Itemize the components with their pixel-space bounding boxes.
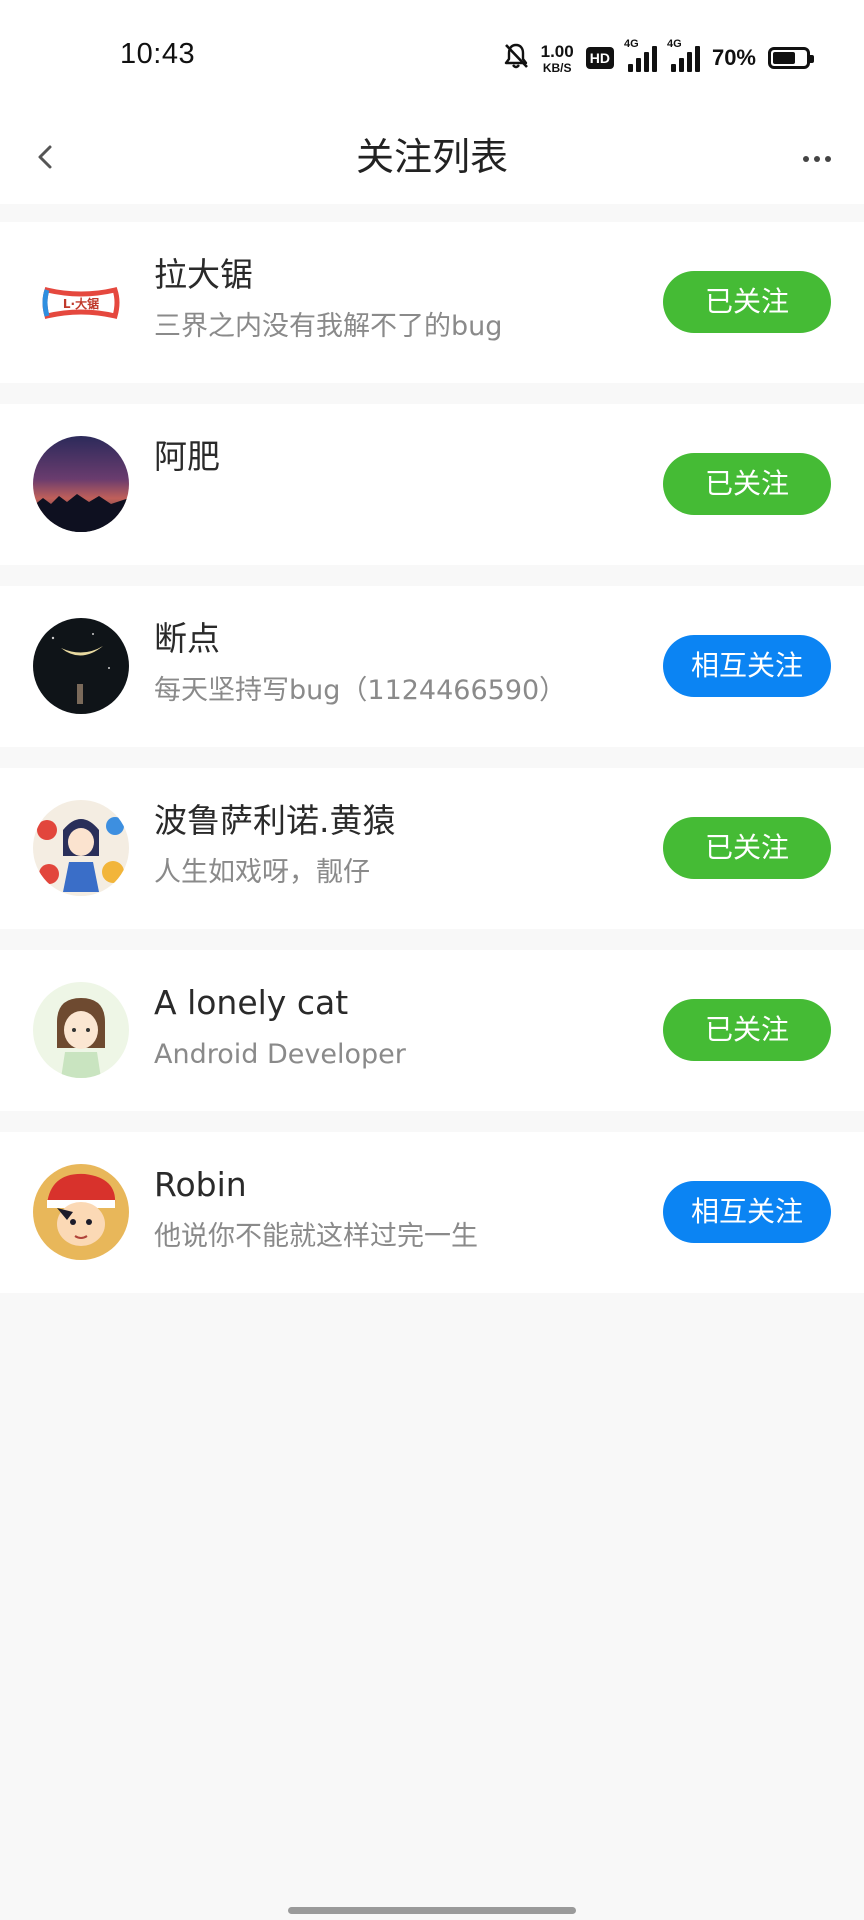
battery-percent: 70% <box>711 45 756 70</box>
more-button[interactable] <box>790 134 844 184</box>
network-speed: 1.00 KB/S <box>541 43 574 74</box>
list-item[interactable]: L·大锯 拉大锯 三界之内没有我解不了的bug 已关注 <box>0 222 864 383</box>
list-item[interactable]: 波鲁萨利诺.黄猿 人生如戏呀，靓仔 已关注 <box>0 768 864 929</box>
user-signature: 每天坚持写bug（1124466590） <box>154 675 567 706</box>
nav-header: 关注列表 <box>0 112 864 204</box>
more-dot <box>803 156 809 162</box>
list-item[interactable]: 断点 每天坚持写bug（1124466590） 相互关注 <box>0 586 864 747</box>
network-speed-unit: KB/S <box>542 60 572 75</box>
network-speed-value: 1.00 <box>540 41 574 61</box>
more-dot <box>825 156 831 162</box>
user-name: 断点 <box>154 619 220 658</box>
mutual-follow-button[interactable]: 相互关注 <box>663 1181 831 1243</box>
battery-icon <box>768 47 814 69</box>
status-time: 10:43 <box>120 38 196 70</box>
avatar-logo-text: L·大锯 <box>63 296 99 311</box>
home-indicator[interactable] <box>288 1907 576 1914</box>
page-title: 关注列表 <box>355 135 508 179</box>
avatar[interactable] <box>33 982 129 1078</box>
avatar[interactable] <box>33 618 129 714</box>
list-item[interactable]: A lonely cat Android Developer 已关注 <box>0 950 864 1111</box>
user-name: 阿肥 <box>154 437 220 476</box>
avatar[interactable] <box>33 1164 129 1260</box>
avatar[interactable] <box>33 800 129 896</box>
status-bar: 10:43 1.00 KB/S HD 4G 4G 70% <box>0 0 864 112</box>
follow-list-screen: 10:43 1.00 KB/S HD 4G 4G 70% 关注列表 L·大锯 拉… <box>0 0 864 1920</box>
user-name: Robin <box>154 1165 247 1204</box>
user-signature: 三界之内没有我解不了的bug <box>154 311 503 342</box>
avatar[interactable]: L·大锯 <box>33 254 129 350</box>
followed-button[interactable]: 已关注 <box>663 817 831 879</box>
user-name: 波鲁萨利诺.黄猿 <box>154 801 396 840</box>
user-name: 拉大锯 <box>154 255 253 294</box>
user-signature: 他说你不能就这样过完一生 <box>154 1221 478 1252</box>
list-item[interactable]: Robin 他说你不能就这样过完一生 相互关注 <box>0 1132 864 1293</box>
signal-icon-1: 4G <box>624 38 657 72</box>
followed-button[interactable]: 已关注 <box>663 453 831 515</box>
user-signature: 人生如戏呀，靓仔 <box>154 857 370 888</box>
followed-button[interactable]: 已关注 <box>663 271 831 333</box>
signal-label-1: 4G <box>623 38 639 50</box>
signal-label-2: 4G <box>666 38 682 50</box>
battery-fill <box>773 52 796 64</box>
list-item[interactable]: 阿肥 已关注 <box>0 404 864 565</box>
user-signature: Android Developer <box>154 1039 406 1070</box>
bell-muted-icon <box>503 42 529 74</box>
signal-icon-2: 4G <box>667 38 700 72</box>
avatar[interactable] <box>33 436 129 532</box>
status-icons: 1.00 KB/S HD 4G 4G 70% <box>503 38 814 78</box>
follow-list: L·大锯 拉大锯 三界之内没有我解不了的bug 已关注 阿肥 已关注 断点 每天… <box>0 222 864 1314</box>
hd-icon: HD <box>585 47 614 69</box>
followed-button[interactable]: 已关注 <box>663 999 831 1061</box>
more-dot <box>814 156 820 162</box>
mutual-follow-button[interactable]: 相互关注 <box>663 635 831 697</box>
user-name: A lonely cat <box>154 983 349 1022</box>
